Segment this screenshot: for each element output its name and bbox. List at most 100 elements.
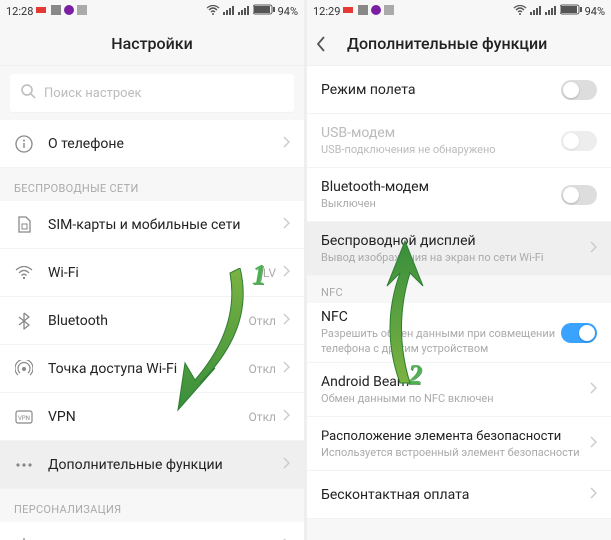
search-icon: [20, 83, 36, 103]
chevron-right-icon: [589, 241, 597, 257]
back-button[interactable]: [315, 22, 327, 65]
vpn-icon: VPN: [14, 407, 34, 427]
toggle-off[interactable]: [561, 185, 597, 205]
section-wireless: БЕСПРОВОДНЫЕ СЕТИ: [0, 168, 304, 201]
row-airplane[interactable]: Режим полета: [307, 66, 611, 114]
chevron-right-icon: [282, 409, 290, 425]
chevron-right-icon: [282, 457, 290, 473]
section-nfc: NFC: [307, 276, 611, 303]
row-label: USB-модем: [321, 125, 561, 141]
row-value: Откл: [249, 410, 276, 424]
more-icon: [14, 455, 34, 475]
row-nfc[interactable]: NFC Разрешить обмен данными при совмещен…: [307, 303, 611, 363]
sim-icon: [14, 215, 34, 235]
battery-icon: [253, 4, 275, 18]
hotspot-icon: [14, 359, 34, 379]
signal-icon: [223, 5, 235, 18]
signal-icon: [530, 5, 542, 18]
wifi-icon: [513, 5, 527, 18]
app-icon: [51, 5, 61, 18]
page-title: Настройки: [111, 34, 192, 53]
chevron-right-icon: [282, 313, 290, 329]
row-sub: Выключен: [321, 197, 561, 210]
svg-text:VPN: VPN: [18, 415, 30, 422]
display-icon: [14, 536, 34, 540]
settings-screen: 12:28 94% Настройки Поиск настроек О тел…: [0, 0, 304, 540]
row-label: Android Beam: [321, 374, 589, 390]
row-value: Откл: [249, 314, 276, 328]
row-label: Расположение элемента безопасности: [321, 429, 589, 444]
chevron-right-icon: [589, 487, 597, 503]
row-secure-element[interactable]: Расположение элемента безопасности Испол…: [307, 417, 611, 471]
wifi-icon: [14, 263, 34, 283]
header: Дополнительные функции: [307, 22, 611, 66]
chevron-right-icon: [589, 382, 597, 398]
toggle-off[interactable]: [561, 80, 597, 100]
app-icon: [371, 5, 381, 18]
row-wifi[interactable]: Wi-Fi LV: [0, 249, 304, 297]
row-sub: Обмен данными по NFC включен: [321, 392, 589, 405]
row-display[interactable]: Экран: [0, 522, 304, 540]
row-bt-tether[interactable]: Bluetooth-модем Выключен: [307, 168, 611, 222]
toggle-disabled: [561, 131, 597, 151]
row-vpn[interactable]: VPN VPN Откл: [0, 393, 304, 441]
toggle-on[interactable]: [561, 323, 597, 343]
status-battery: 94%: [585, 5, 605, 18]
chevron-right-icon: [282, 265, 290, 281]
chevron-right-icon: [282, 136, 290, 152]
row-sim[interactable]: SIM-карты и мобильные сети: [0, 201, 304, 249]
row-sub: Используется встроенный элемент безопасн…: [321, 446, 589, 459]
row-label: Bluetooth: [48, 313, 249, 329]
status-bar: 12:29 94%: [307, 0, 611, 22]
search-placeholder: Поиск настроек: [44, 86, 142, 101]
row-label: Дополнительные функции: [48, 457, 282, 473]
bluetooth-icon: [14, 311, 34, 331]
row-label: Точка доступа Wi-Fi: [48, 361, 249, 377]
signal-icon: [238, 5, 250, 18]
row-value: LV: [263, 266, 276, 280]
row-sub: Разрешить обмен данными при совмещении т…: [321, 327, 561, 356]
row-hotspot[interactable]: Точка доступа Wi-Fi Откл: [0, 345, 304, 393]
row-label: Wi-Fi: [48, 265, 263, 281]
row-sub: Вывод изображения на экран по сети Wi-Fi: [321, 251, 589, 264]
row-label: SIM-карты и мобильные сети: [48, 217, 282, 233]
app-icon: [343, 5, 355, 18]
signal-icon: [545, 5, 557, 18]
row-label: Беспроводной дисплей: [321, 233, 589, 249]
search-input[interactable]: Поиск настроек: [10, 74, 294, 112]
battery-icon: [560, 4, 582, 18]
row-label: О телефоне: [48, 136, 282, 152]
page-title: Дополнительные функции: [347, 34, 547, 53]
section-personal: ПЕРСОНАЛИЗАЦИЯ: [0, 489, 304, 522]
app-icon: [36, 5, 48, 18]
row-android-beam[interactable]: Android Beam Обмен данными по NFC включе…: [307, 363, 611, 417]
chevron-right-icon: [282, 361, 290, 377]
row-wireless-display[interactable]: Беспроводной дисплей Вывод изображения н…: [307, 222, 611, 276]
row-value: Откл: [249, 362, 276, 376]
row-contactless-pay[interactable]: Бесконтактная оплата: [307, 471, 611, 519]
wifi-icon: [206, 5, 220, 18]
row-about-phone[interactable]: О телефоне: [0, 120, 304, 168]
row-label: Режим полета: [321, 82, 561, 98]
header: Настройки: [0, 22, 304, 66]
row-label: VPN: [48, 409, 249, 425]
row-label: Bluetooth-модем: [321, 179, 561, 195]
more-functions-screen: 12:29 94% Дополнительные функции Режим п…: [307, 0, 611, 540]
chevron-right-icon: [282, 217, 290, 233]
row-sub: USB-подключения не обнаружено: [321, 143, 561, 156]
app-icon: [77, 5, 87, 18]
app-icon: [358, 5, 368, 18]
status-time: 12:29: [313, 5, 340, 18]
status-battery: 94%: [278, 5, 298, 18]
row-label: NFC: [321, 309, 561, 325]
app-icon: [384, 5, 394, 18]
info-icon: [14, 134, 34, 154]
row-usb-tether: USB-модем USB-подключения не обнаружено: [307, 114, 611, 168]
status-time: 12:28: [6, 5, 33, 18]
status-bar: 12:28 94%: [0, 0, 304, 22]
row-more-functions[interactable]: Дополнительные функции: [0, 441, 304, 489]
row-bluetooth[interactable]: Bluetooth Откл: [0, 297, 304, 345]
app-icon: [64, 5, 74, 18]
chevron-right-icon: [589, 436, 597, 452]
row-label: Бесконтактная оплата: [321, 487, 589, 503]
